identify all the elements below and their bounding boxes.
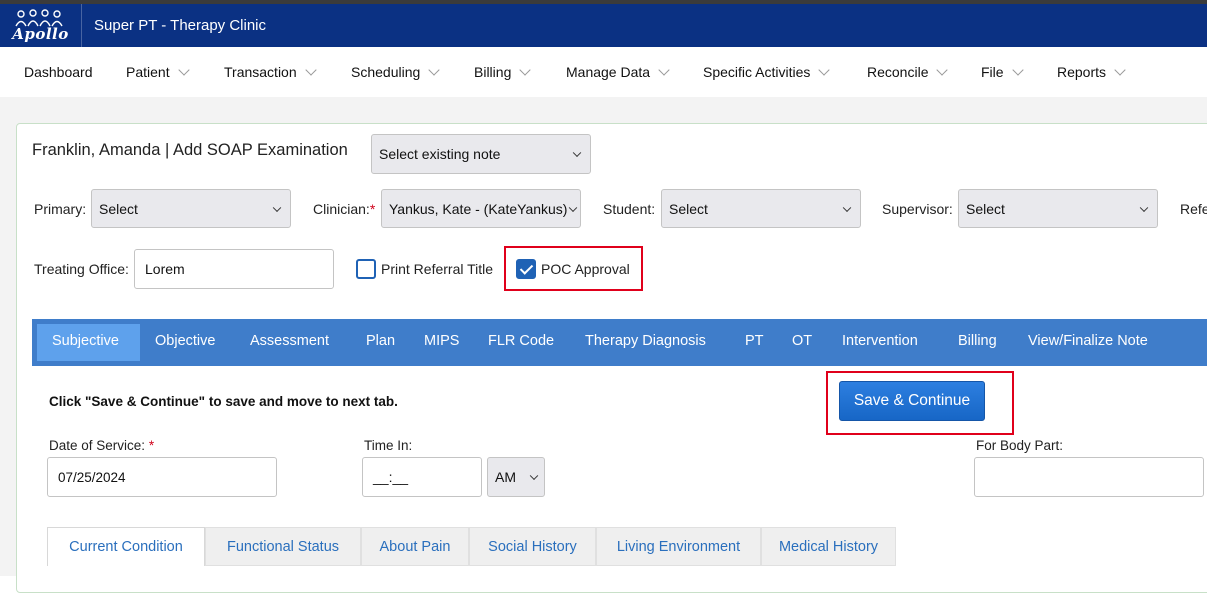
clinician-value: Yankus, Kate - (KateYankus) <box>389 200 568 217</box>
nav-patient[interactable]: Patient <box>126 64 190 80</box>
existing-note-value: Select existing note <box>379 146 501 162</box>
clinician-label: Clinician:* <box>313 201 376 217</box>
time-in-value: __:__ <box>373 469 409 485</box>
supervisor-label: Supervisor: <box>882 201 953 217</box>
print-referral-label: Print Referral Title <box>381 261 494 277</box>
primary-label: Primary: <box>34 201 87 217</box>
nav-reconcile[interactable]: Reconcile <box>867 64 949 80</box>
date-of-service-label: Date of Service: * <box>49 438 155 453</box>
nav-manage-data[interactable]: Manage Data <box>566 64 670 80</box>
nav-dashboard[interactable]: Dashboard <box>24 64 93 80</box>
print-referral-checkbox[interactable] <box>356 259 376 279</box>
tab-plan[interactable]: Plan <box>366 333 395 349</box>
chevron-down-icon <box>1011 64 1024 76</box>
poc-approval-checkbox[interactable] <box>516 259 536 279</box>
body-part-input[interactable] <box>974 457 1204 497</box>
tab-billing[interactable]: Billing <box>958 333 997 349</box>
tab-subjective[interactable]: Subjective <box>52 333 119 349</box>
student-label: Student: <box>603 201 656 217</box>
chevron-down-icon <box>568 203 578 212</box>
subtab-medical-history[interactable]: Medical History <box>761 527 896 566</box>
subtab-living-environment[interactable]: Living Environment <box>596 527 761 566</box>
time-in-label: Time In: <box>364 438 413 453</box>
chevron-down-icon <box>1114 64 1126 76</box>
subtab-about-pain[interactable]: About Pain <box>361 527 469 566</box>
chevron-down-icon <box>529 471 539 481</box>
student-value: Select <box>669 200 708 217</box>
clinician-select[interactable]: Yankus, Kate - (KateYankus) <box>381 189 581 228</box>
main-nav: Dashboard Patient Transaction Scheduling… <box>0 47 1207 97</box>
tab-assessment[interactable]: Assessment <box>250 333 329 349</box>
chevron-down-icon <box>936 64 949 76</box>
tab-pt[interactable]: PT <box>745 333 764 349</box>
supervisor-value: Select <box>966 200 1005 217</box>
poc-approval-label: POC Approval <box>541 261 630 277</box>
subtab-functional-status[interactable]: Functional Status <box>205 527 361 566</box>
treating-office-label: Treating Office: <box>34 261 129 277</box>
time-in-input[interactable]: __:__ <box>362 457 482 497</box>
chevron-down-icon <box>428 64 440 76</box>
referral-label: Refe <box>1180 201 1207 217</box>
subtab-social-history[interactable]: Social History <box>469 527 596 566</box>
tab-ot[interactable]: OT <box>792 333 812 349</box>
student-select[interactable]: Select <box>661 189 861 228</box>
nav-reports[interactable]: Reports <box>1057 64 1126 80</box>
tab-mips[interactable]: MIPS <box>424 333 459 349</box>
app-header: Apollo Super PT - Therapy Clinic <box>0 4 1207 47</box>
date-of-service-input[interactable]: 07/25/2024 <box>47 457 277 497</box>
chevron-down-icon <box>177 64 190 76</box>
nav-specific-activities[interactable]: Specific Activities <box>703 64 831 80</box>
treating-office-value: Lorem <box>145 261 185 277</box>
app-title: Super PT - Therapy Clinic <box>94 17 267 34</box>
logo-text: Apollo <box>12 24 69 43</box>
ampm-value: AM <box>495 469 516 485</box>
existing-note-select[interactable]: Select existing note <box>371 134 591 174</box>
chevron-down-icon <box>272 203 282 212</box>
chevron-down-icon <box>1139 203 1149 212</box>
save-continue-button[interactable]: Save & Continue <box>839 381 985 421</box>
tab-intervention[interactable]: Intervention <box>842 333 918 349</box>
supervisor-select[interactable]: Select <box>958 189 1158 228</box>
tab-view-finalize-note[interactable]: View/Finalize Note <box>1028 333 1148 349</box>
chevron-down-icon <box>519 64 532 76</box>
body-part-label: For Body Part: <box>976 438 1064 453</box>
treating-office-input[interactable]: Lorem <box>134 249 334 289</box>
primary-value: Select <box>99 200 138 217</box>
apollo-logo[interactable]: Apollo <box>0 4 82 47</box>
tab-objective[interactable]: Objective <box>155 333 215 349</box>
nav-billing[interactable]: Billing <box>474 64 532 80</box>
nav-transaction[interactable]: Transaction <box>224 64 317 80</box>
save-hint-text: Click "Save & Continue" to save and move… <box>49 394 398 409</box>
nav-scheduling[interactable]: Scheduling <box>351 64 440 80</box>
nav-file[interactable]: File <box>981 64 1024 80</box>
chevron-down-icon <box>304 64 317 76</box>
tab-flr-code[interactable]: FLR Code <box>488 333 554 349</box>
chevron-down-icon <box>572 148 582 158</box>
chevron-down-icon <box>842 203 852 212</box>
page-title: Franklin, Amanda | Add SOAP Examination <box>32 141 348 159</box>
chevron-down-icon <box>658 64 670 76</box>
subtab-current-condition[interactable]: Current Condition <box>47 527 205 566</box>
tab-therapy-diagnosis[interactable]: Therapy Diagnosis <box>585 333 706 349</box>
date-of-service-value: 07/25/2024 <box>58 469 126 485</box>
primary-select[interactable]: Select <box>91 189 291 228</box>
chevron-down-icon <box>818 64 831 76</box>
ampm-select[interactable]: AM <box>487 457 545 497</box>
